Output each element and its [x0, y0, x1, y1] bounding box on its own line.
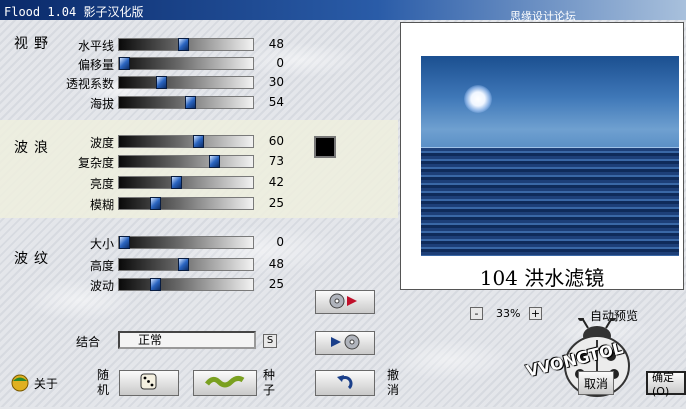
slider-thumb[interactable]: [119, 57, 130, 70]
zoom-in-button[interactable]: +: [529, 307, 542, 320]
wave-color-swatch[interactable]: [314, 136, 336, 158]
disc-save-icon: [325, 334, 365, 353]
slider-complexity[interactable]: [118, 155, 254, 168]
param-value: 25: [268, 196, 284, 210]
preview-sky: [421, 56, 679, 148]
param-value: 0: [276, 235, 284, 249]
save-button[interactable]: [315, 331, 375, 355]
slider-thumb[interactable]: [156, 76, 167, 89]
blend-mode-field[interactable]: 正常: [118, 331, 256, 349]
slider-thumb[interactable]: [119, 236, 130, 249]
wave-icon: [205, 374, 245, 393]
ball-icon: [10, 372, 30, 395]
title-bar: Flood 1.04 影子汉化版 思缘设计论坛 www.MISSYUAN.com: [0, 0, 686, 37]
param-value: 54: [268, 95, 284, 109]
param-label: 海拔: [89, 97, 114, 111]
slider-brightness[interactable]: [118, 176, 254, 189]
param-value: 48: [268, 257, 284, 271]
param-label: 大小: [89, 237, 114, 251]
param-label: 亮度: [89, 177, 114, 191]
slider-perspective[interactable]: [118, 76, 254, 89]
undo-label: 撤消: [386, 368, 399, 397]
about-button[interactable]: 关于: [10, 372, 58, 395]
slider-wave-degree[interactable]: [118, 135, 254, 148]
cancel-label: 取消: [583, 376, 608, 391]
zoom-out-button[interactable]: -: [470, 307, 483, 320]
param-value: 0: [276, 56, 284, 70]
seed-button[interactable]: [193, 370, 257, 396]
preview-caption: 104 洪水滤镜: [479, 266, 605, 290]
slider-thumb[interactable]: [178, 258, 189, 271]
param-label: 波动: [89, 279, 114, 293]
zoom-level: 33%: [496, 307, 521, 320]
param-label: 波度: [89, 136, 114, 150]
param-label: 高度: [89, 259, 114, 273]
slider-thumb[interactable]: [150, 197, 161, 210]
disc-load-icon: [325, 293, 365, 312]
seed-label: 种子: [262, 368, 275, 397]
blend-label: 结合: [76, 335, 101, 349]
slider-horizon[interactable]: [118, 38, 254, 51]
param-label: 复杂度: [77, 156, 114, 170]
slider-altitude[interactable]: [118, 96, 254, 109]
preview-sun: [464, 85, 492, 113]
slider-thumb[interactable]: [209, 155, 220, 168]
param-value: 73: [268, 154, 284, 168]
slider-thumb[interactable]: [150, 278, 161, 291]
preview-image[interactable]: [421, 56, 679, 256]
window-title: Flood 1.04 影子汉化版: [4, 5, 144, 19]
param-label: 水平线: [77, 39, 114, 53]
param-value: 30: [268, 75, 284, 89]
param-value: 42: [268, 175, 284, 189]
param-value: 25: [268, 277, 284, 291]
slider-ripple-motion[interactable]: [118, 278, 254, 291]
param-label: 偏移量: [77, 58, 114, 72]
slider-blur[interactable]: [118, 197, 254, 210]
ok-label: 确定(O): [652, 370, 674, 398]
slider-thumb[interactable]: [178, 38, 189, 51]
blend-toggle-button[interactable]: S: [263, 334, 277, 348]
param-label: 透视系数: [65, 77, 114, 91]
slider-offset[interactable]: [118, 57, 254, 70]
slider-thumb[interactable]: [185, 96, 196, 109]
undo-arrow-icon: [335, 373, 355, 394]
ok-button[interactable]: 确定(O): [646, 370, 686, 398]
param-label: 模糊: [89, 198, 114, 212]
param-value: 60: [268, 134, 284, 148]
load-button[interactable]: [315, 290, 375, 314]
about-label: 关于: [33, 377, 58, 391]
preview-sea: [421, 148, 679, 256]
slider-ripple-size[interactable]: [118, 236, 254, 249]
dice-icon: [138, 372, 160, 395]
cancel-button[interactable]: 取消: [578, 371, 614, 395]
slider-thumb[interactable]: [171, 176, 182, 189]
random-label: 随机: [96, 368, 109, 397]
param-value: 48: [268, 37, 284, 51]
slider-thumb[interactable]: [193, 135, 204, 148]
undo-button[interactable]: [315, 370, 375, 396]
random-button[interactable]: [119, 370, 179, 396]
slider-ripple-height[interactable]: [118, 258, 254, 271]
